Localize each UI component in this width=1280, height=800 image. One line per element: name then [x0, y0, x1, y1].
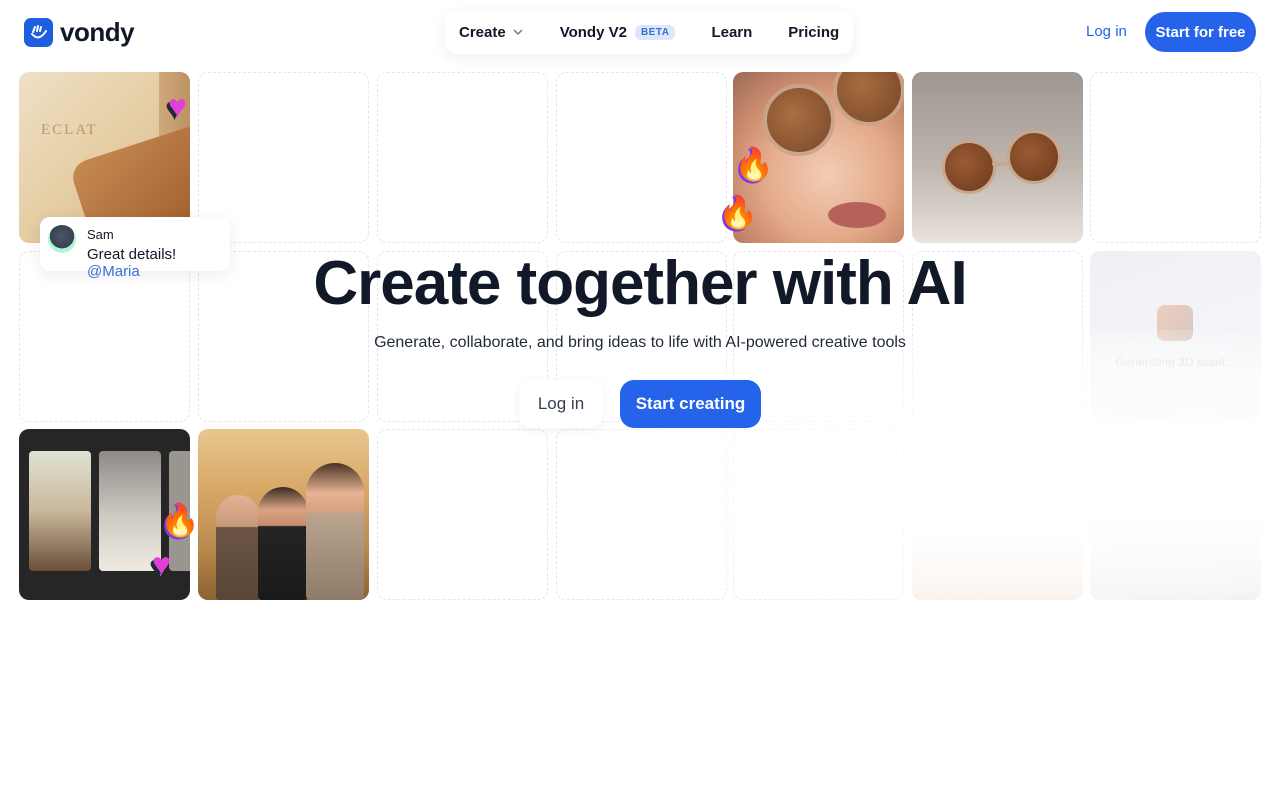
nav-create-label: Create: [459, 23, 506, 41]
empty-tile: [377, 72, 548, 243]
nav-vondy-v2-label: Vondy V2: [559, 23, 627, 41]
logo-text: vondy: [60, 17, 135, 47]
lips: [828, 202, 886, 228]
nav-learn[interactable]: Learn: [711, 24, 752, 41]
empty-tile: [733, 429, 904, 600]
heart-icon: ♥: [152, 546, 171, 582]
start-for-free-button[interactable]: Start for free: [1145, 12, 1256, 52]
shaka-hand-icon: [24, 18, 53, 47]
fire-icon: 🔥: [734, 146, 774, 182]
header-login-link[interactable]: Log in: [1086, 23, 1127, 40]
nav-vondy-v2[interactable]: Vondy V2 BETA: [560, 24, 676, 41]
glasses-lens: [1007, 130, 1061, 184]
empty-tile: [556, 72, 727, 243]
person-figure: [306, 463, 364, 600]
sunglass-lens: [833, 72, 904, 126]
nav-pricing-label: Pricing: [788, 23, 840, 41]
generating-status: Generating 3D asset...: [1115, 355, 1236, 369]
nav-learn-label: Learn: [711, 23, 753, 41]
empty-tile: [377, 429, 548, 600]
chevron-down-icon: [513, 29, 523, 35]
empty-tile: [556, 429, 727, 600]
gallery-image-faded[interactable]: [1090, 429, 1261, 600]
nav-create[interactable]: Create: [459, 24, 524, 41]
start-creating-button[interactable]: Start creating: [620, 380, 761, 428]
gallery-image-sunglasses-product[interactable]: [912, 72, 1083, 243]
heart-icon: ♥: [168, 88, 187, 124]
person-figure: [258, 487, 308, 600]
person-figure: [216, 495, 260, 600]
hero-login-button[interactable]: Log in: [519, 380, 603, 428]
empty-tile: [1090, 72, 1261, 243]
site-header: vondy Create Vondy V2 BETA Learn Pricing…: [0, 0, 1280, 64]
wallet-brand-text: ECLAT: [41, 122, 98, 138]
beta-badge: BETA: [634, 24, 676, 40]
main-nav: Create Vondy V2 BETA Learn Pricing: [445, 10, 854, 54]
comment-author: Sam: [87, 227, 114, 242]
glasses-lens: [942, 140, 996, 194]
hero-subtitle: Generate, collaborate, and bring ideas t…: [374, 334, 906, 351]
gallery-image-faded[interactable]: [912, 429, 1083, 600]
phone-mockup: [29, 451, 91, 571]
fire-icon: 🔥: [160, 502, 200, 538]
fire-icon: 🔥: [718, 194, 758, 230]
logo[interactable]: vondy: [24, 17, 135, 48]
hero-title: Create together with AI: [313, 249, 967, 318]
nav-pricing[interactable]: Pricing: [788, 24, 839, 41]
gallery-image-people-field[interactable]: [198, 429, 369, 600]
